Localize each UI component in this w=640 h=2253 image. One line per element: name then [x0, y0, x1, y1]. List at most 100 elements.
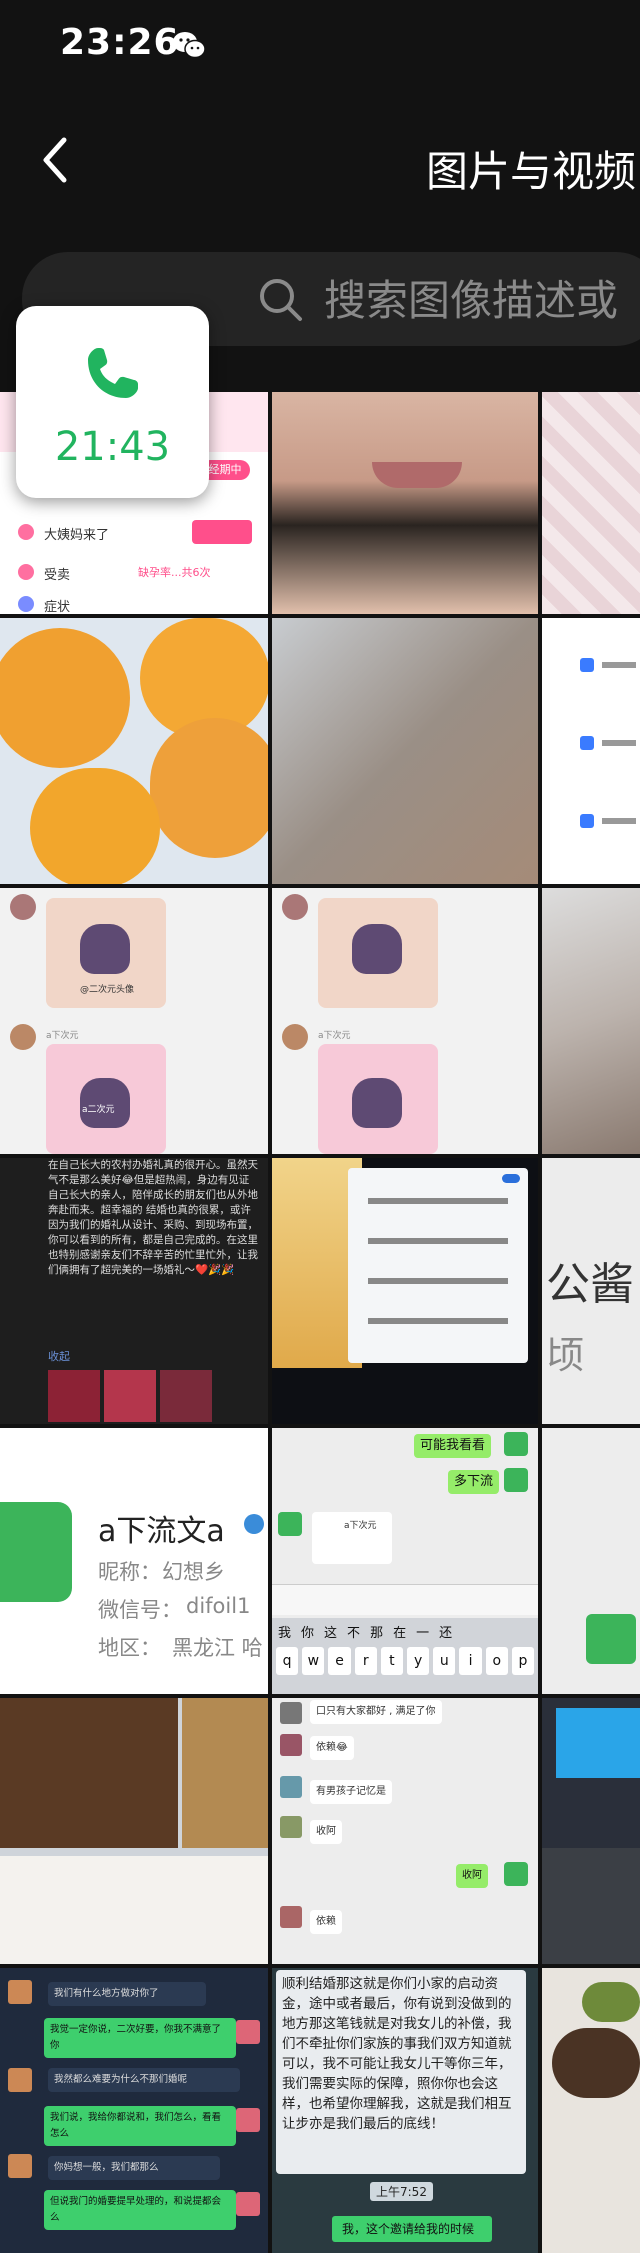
call-duration: 21:43 [54, 424, 171, 470]
chat-bubble: 多下流 [448, 1470, 500, 1494]
profile-name: a下流文a [98, 1514, 225, 1549]
key[interactable]: u [433, 1647, 456, 1675]
photo-text: 公酱 [546, 1259, 634, 1310]
avatar [280, 1906, 302, 1928]
avatar [586, 1614, 636, 1664]
chat-bubble: 可能我看看 [414, 1434, 492, 1458]
media-thumbnail-photo[interactable] [272, 618, 538, 884]
media-thumbnail-social-post[interactable]: 在自己长大的农村办婚礼真的很开心。虽然天气不是那么美好😂但是超热闹，身边有见证自… [0, 1158, 268, 1424]
sticker-caption: a二次元 [82, 1105, 115, 1115]
chat-bubble: 我们有什么地方做对你了 [48, 1982, 206, 2006]
avatar [282, 1024, 308, 1050]
toggle [192, 520, 252, 544]
sender-name: a下次元 [46, 1031, 79, 1041]
media-thumbnail-fabric[interactable] [542, 392, 640, 614]
flower-icon [18, 524, 34, 540]
sticker-cat [352, 924, 402, 974]
avatar [280, 1702, 302, 1724]
message-time: 上午7:52 [370, 2182, 433, 2201]
chat-bubble: 收阿 [456, 1864, 488, 1888]
media-thumbnail-message[interactable]: 顺利结婚那这就是你们小家的启动资金，途中或者最后，你有说到没做到的地方那这笔钱就… [272, 1968, 538, 2253]
suggestion[interactable]: 一 [416, 1622, 429, 1641]
photo-text: 顷 [546, 1333, 585, 1377]
back-button[interactable] [30, 130, 80, 190]
media-thumbnail-photo[interactable] [542, 888, 640, 1154]
media-thumbnail-oranges[interactable] [0, 618, 268, 884]
message-footer: 我，这个邀请给我的时候 [342, 2222, 475, 2236]
avatar [280, 1816, 302, 1838]
avatar [10, 1024, 36, 1050]
media-thumbnail-food[interactable] [542, 1968, 640, 2253]
media-thumbnail-chat-dark[interactable]: 我们有什么地方做对你了 我觉一定你说，二次好要，你我不满意了你 我然都么难要为什… [0, 1968, 268, 2253]
media-thumbnail-chat-keyboard[interactable]: 可能我看看 多下流 a下次元 我 你 这 不 那 在 一 还 q w e r t… [272, 1428, 538, 1694]
avatar [278, 1512, 302, 1536]
media-thumbnail-text-photo[interactable]: 公酱 顷 [542, 1158, 640, 1424]
media-thumbnail-group-chat[interactable]: 口只有大家都好 , 满足了你 依赖😂 有男孩子记忆是 收阿 收阿 依赖 [272, 1698, 538, 1964]
call-floating-window[interactable]: 21:43 [16, 306, 209, 498]
app-icon [580, 658, 594, 672]
key[interactable]: i [459, 1647, 482, 1675]
face-detail [372, 462, 462, 488]
avatar [236, 2020, 260, 2044]
toggle [502, 1174, 520, 1183]
person-icon [244, 1514, 264, 1534]
nickname-label: 昵称： [98, 1560, 161, 1584]
media-thumbnail-chat-stickers[interactable]: @二次元头像 a下次元 a二次元 [0, 888, 268, 1154]
avatar [504, 1862, 528, 1886]
avatar [8, 2154, 32, 2178]
key[interactable]: e [328, 1647, 351, 1675]
suggestion[interactable]: 我 [278, 1622, 291, 1641]
chat-bubble: 口只有大家都好 , 满足了你 [310, 1700, 442, 1724]
chat-bubble: 但说我门的婚要提早处理的，和说提都会么 [44, 2190, 236, 2230]
media-thumbnail-chat-list[interactable] [542, 618, 640, 884]
app-icon [580, 814, 594, 828]
suggestion[interactable]: 那 [370, 1622, 383, 1641]
media-thumbnail-laptop[interactable] [542, 1698, 640, 1964]
key[interactable]: o [485, 1647, 508, 1675]
chat-input[interactable] [272, 1584, 538, 1615]
media-thumbnail-wifi-screen[interactable] [272, 1158, 538, 1424]
list-item: 症状 [44, 600, 71, 614]
avatar [8, 1980, 32, 2004]
wechat-id-value: difoil1 [186, 1594, 251, 1618]
avatar [0, 1502, 72, 1602]
media-thumbnail-chat-stickers[interactable]: a下次元 [272, 888, 538, 1154]
key[interactable]: t [380, 1647, 404, 1675]
sticker-caption: @二次元头像 [80, 985, 135, 995]
chat-bubble: 我们说，我给你都说和，我们怎么，看看怎么 [44, 2106, 236, 2146]
app-icon [580, 736, 594, 750]
media-thumbnail-food[interactable] [0, 1698, 268, 1964]
avatar [8, 2068, 32, 2092]
phone-icon [88, 348, 138, 398]
media-thumbnail-chat[interactable] [542, 1428, 640, 1694]
post-text: 在自己长大的农村办婚礼真的很开心。虽然天气不是那么美好😂但是超热闹，身边有见证自… [48, 1159, 258, 1276]
card-title: a下次元 [344, 1521, 377, 1531]
key[interactable]: r [354, 1647, 377, 1675]
suggestion[interactable]: 在 [393, 1622, 406, 1641]
key[interactable]: w [302, 1647, 325, 1675]
chat-bubble: 我然都么难要为什么不那们婚呢 [48, 2068, 240, 2092]
chat-bubble: 收阿 [310, 1820, 342, 1844]
suggestion[interactable]: 这 [324, 1622, 337, 1641]
avatar [10, 894, 36, 920]
wechat-icon [173, 32, 206, 59]
media-thumbnail-profile-card[interactable]: a下流文a 昵称： 幻想乡 微信号： difoil1 地区： 黑龙江 哈 [0, 1428, 268, 1694]
suggestion[interactable]: 还 [439, 1622, 452, 1641]
chat-bubble: 我觉一定你说，二次好要，你我不满意了你 [44, 2018, 236, 2058]
search-input[interactable] [322, 270, 640, 330]
keyboard[interactable]: 我 你 这 不 那 在 一 还 q w e r t y u i o p [272, 1618, 538, 1694]
key[interactable]: p [511, 1647, 535, 1675]
info-icon [18, 596, 34, 612]
region-value: 黑龙江 哈 [172, 1636, 263, 1660]
key[interactable]: y [407, 1647, 430, 1675]
search-icon [260, 279, 302, 321]
suggestion[interactable]: 不 [347, 1622, 360, 1641]
header: 图片与视频 [0, 110, 640, 210]
key[interactable]: q [276, 1647, 299, 1675]
photo-thumb [104, 1370, 156, 1422]
list-item: 大姨妈来了 [44, 528, 110, 543]
media-thumbnail-portrait[interactable] [272, 392, 538, 614]
sticker-cat [352, 1078, 402, 1128]
message-text: 顺利结婚那这就是你们小家的启动资金，途中或者最后，你有说到没做到的地方那这笔钱就… [282, 1976, 512, 2132]
suggestion[interactable]: 你 [301, 1622, 314, 1641]
